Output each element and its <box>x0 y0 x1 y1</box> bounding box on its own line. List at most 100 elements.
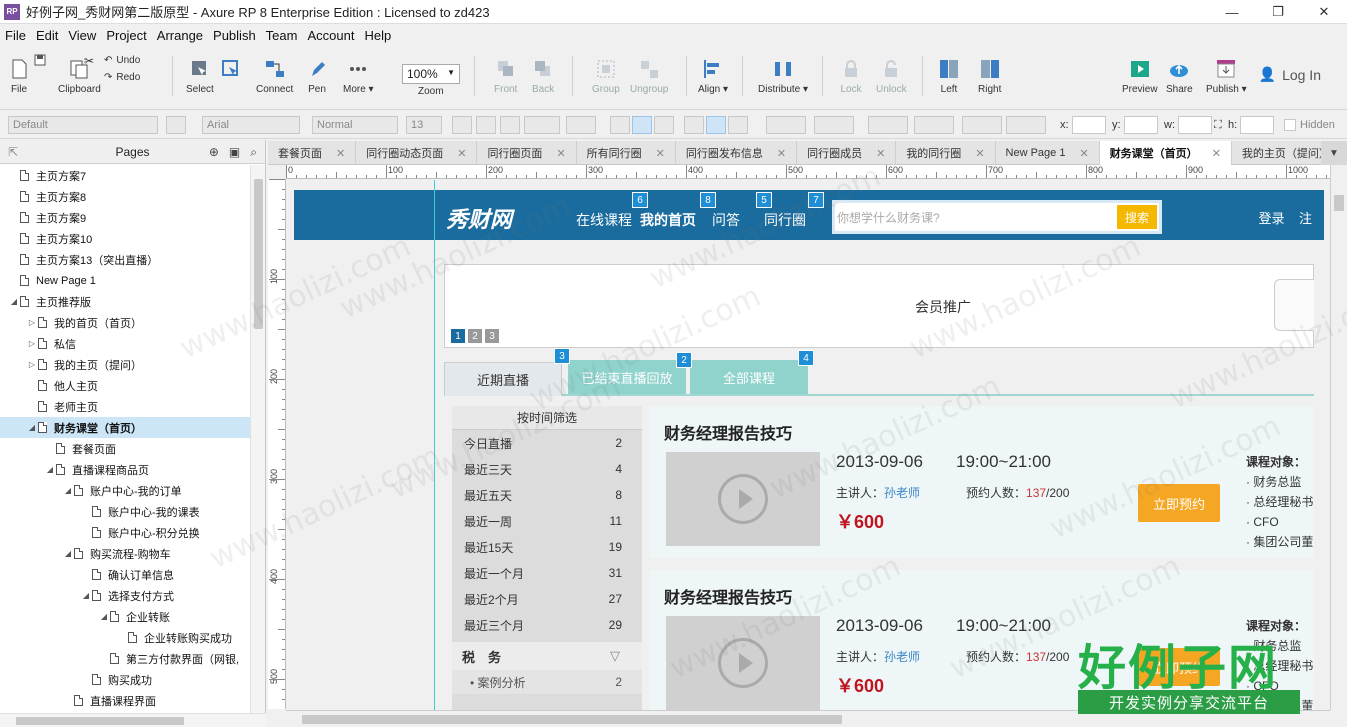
page-tree-item[interactable]: 主页方案13（突出直播） <box>0 249 250 270</box>
font-family-select[interactable]: Arial <box>202 116 300 134</box>
align-button[interactable]: Align ▾ <box>698 58 728 95</box>
tree-toggle-icon[interactable]: ▷ <box>26 318 38 327</box>
left-button[interactable]: Left <box>938 58 960 95</box>
filter-subitem[interactable]: • 案例分析 2 <box>452 670 642 694</box>
page-tree-item[interactable]: 账户中心-我的课表 <box>0 501 250 522</box>
align-center-icon[interactable] <box>632 116 652 134</box>
page-tree-item[interactable]: 购买成功 <box>0 669 250 690</box>
filter-row[interactable]: 最近五天 8 <box>452 482 642 508</box>
tree-toggle-icon[interactable]: ▷ <box>26 339 38 348</box>
tab-all-courses[interactable]: 全部课程 <box>690 360 808 394</box>
line-color-icon[interactable] <box>868 116 908 134</box>
page-tree-item[interactable]: 主页方案7 <box>0 165 250 186</box>
page-tab[interactable]: 所有同行圈 ✕ <box>577 141 676 165</box>
right-button[interactable]: Right <box>978 58 1001 95</box>
close-button[interactable]: ✕ <box>1301 0 1347 24</box>
collapse-icon[interactable]: ⇱ <box>8 145 18 159</box>
h-input[interactable] <box>1240 116 1274 134</box>
share-button[interactable]: Share <box>1166 58 1193 95</box>
distribute-button[interactable]: Distribute ▾ <box>758 58 808 95</box>
bullet-icon[interactable] <box>566 116 596 134</box>
tree-toggle-icon[interactable]: ◢ <box>98 612 110 621</box>
valign-bottom-icon[interactable] <box>728 116 748 134</box>
close-tab-icon[interactable]: ✕ <box>876 147 885 160</box>
pages-horizontal-scrollbar[interactable] <box>0 713 266 727</box>
page-tab[interactable]: 同行圈成员 ✕ <box>797 141 897 165</box>
arrow-style-icon[interactable] <box>1006 116 1046 134</box>
page-tree-item[interactable]: ▷ 我的主页（提问） <box>0 354 250 375</box>
pages-vertical-scrollbar[interactable] <box>250 165 265 713</box>
pen-button[interactable]: Pen <box>306 58 328 95</box>
book-now-button[interactable]: 立即预约 <box>1138 484 1220 522</box>
close-tab-icon[interactable]: ✕ <box>975 147 984 160</box>
underline-icon[interactable] <box>500 116 520 134</box>
course-video-thumbnail[interactable] <box>666 452 820 546</box>
line-width-icon[interactable] <box>914 116 954 134</box>
canvas-vertical-scrollbar[interactable] <box>1330 165 1347 710</box>
page-tab[interactable]: 财务课堂（首页） ✕ <box>1099 141 1232 165</box>
page-tree-item[interactable]: ◢ 购买流程-购物车 <box>0 543 250 564</box>
save-button[interactable] <box>34 54 46 66</box>
page-tree-item[interactable]: ◢ 选择支付方式 <box>0 585 250 606</box>
undo-button[interactable]: ↶ Undo <box>104 55 140 66</box>
page-tab[interactable]: 我的同行圈 ✕ <box>896 141 996 165</box>
page-tab[interactable]: 同行圈发布信息 ✕ <box>676 141 798 165</box>
page-tree-item[interactable]: 套餐页面 <box>0 438 250 459</box>
close-tab-icon[interactable]: ✕ <box>1212 147 1221 160</box>
font-color-icon[interactable] <box>524 116 560 134</box>
filter-row[interactable]: 最近一周 11 <box>452 508 642 534</box>
x-input[interactable] <box>1072 116 1106 134</box>
connect-button[interactable]: Connect <box>256 58 293 95</box>
group-button[interactable]: Group <box>592 58 620 95</box>
page-tab[interactable]: 同行圈动态页面 ✕ <box>356 141 478 165</box>
menu-team[interactable]: Team <box>261 28 303 43</box>
filter-row[interactable]: 最近三天 4 <box>452 456 642 482</box>
more-button[interactable]: More ▾ <box>343 58 374 95</box>
font-size-select[interactable]: 13 <box>406 116 442 134</box>
page-tree-item[interactable]: 他人主页 <box>0 375 250 396</box>
back-button[interactable]: Back <box>532 58 554 95</box>
close-tab-icon[interactable]: ✕ <box>1079 147 1088 160</box>
menu-publish[interactable]: Publish <box>208 28 261 43</box>
banner-dot-2[interactable]: 2 <box>468 329 482 343</box>
lock-aspect-icon[interactable]: ⛶ <box>1214 119 1222 132</box>
search-button[interactable]: 搜索 <box>1117 205 1157 229</box>
select-contained-button[interactable] <box>220 58 242 84</box>
filter-row[interactable]: 最近15天 19 <box>452 534 642 560</box>
tab-overflow-button[interactable]: ▼ <box>1321 141 1347 165</box>
page-tree-item[interactable]: 企业转账购买成功 <box>0 627 250 648</box>
bold-icon[interactable] <box>452 116 472 134</box>
menu-view[interactable]: View <box>63 28 101 43</box>
scroll-thumb[interactable] <box>254 179 263 329</box>
page-tree-item[interactable]: ◢ 财务课堂（首页） <box>0 417 250 438</box>
search-icon[interactable]: ⌕ <box>250 145 257 160</box>
page-tree-item[interactable]: ▷ 私信 <box>0 333 250 354</box>
scroll-thumb[interactable] <box>1334 195 1344 211</box>
unlock-button[interactable]: Unlock <box>876 58 907 95</box>
align-right-icon[interactable] <box>654 116 674 134</box>
add-folder-icon[interactable]: ▣ <box>229 145 240 160</box>
page-tree-item[interactable]: ◢ 直播课程商品页 <box>0 459 250 480</box>
menu-help[interactable]: Help <box>359 28 396 43</box>
page-tree-item[interactable]: 确认订单信息 <box>0 564 250 585</box>
guide-line[interactable] <box>434 180 435 710</box>
scroll-thumb[interactable] <box>302 715 842 724</box>
clipboard-button[interactable]: Clipboard <box>58 58 101 95</box>
page-tree-item[interactable]: 账户中心-积分兑换 <box>0 522 250 543</box>
style-select[interactable]: Default <box>8 116 158 134</box>
nav-peer-circle[interactable]: 同行圈 <box>764 210 806 230</box>
minimize-button[interactable]: — <box>1209 0 1255 24</box>
select-button[interactable]: Select <box>186 58 214 95</box>
tree-toggle-icon[interactable]: ◢ <box>8 297 20 306</box>
shadow-icon[interactable] <box>814 116 854 134</box>
course-title[interactable]: 财务经理报告技巧 <box>664 420 792 444</box>
login-link[interactable]: 登录 注 <box>1259 208 1312 227</box>
menu-project[interactable]: Project <box>101 28 151 43</box>
hidden-checkbox[interactable] <box>1284 119 1296 131</box>
scroll-thumb[interactable] <box>16 717 184 725</box>
page-tree-item[interactable]: ◢ 企业转账 <box>0 606 250 627</box>
filter-row[interactable]: 今日直播 2 <box>452 430 642 456</box>
valign-middle-icon[interactable] <box>706 116 726 134</box>
font-weight-select[interactable]: Normal <box>312 116 398 134</box>
menu-account[interactable]: Account <box>302 28 359 43</box>
